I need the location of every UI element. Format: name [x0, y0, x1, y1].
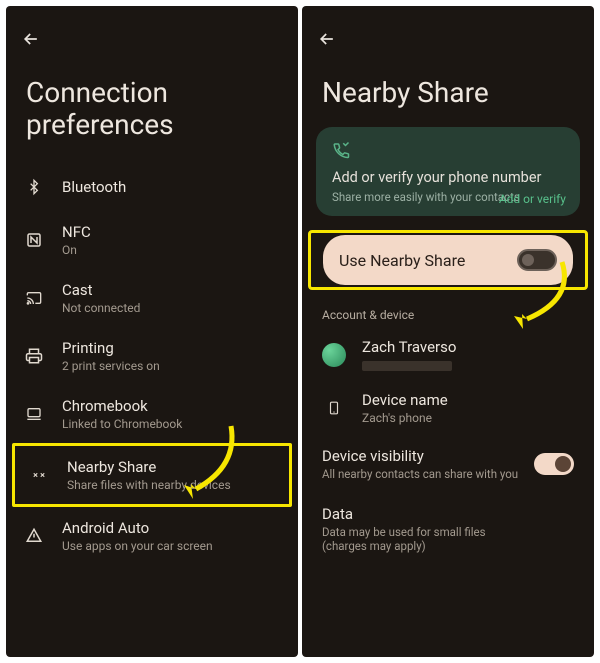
- preferences-list: Bluetooth NFC On Cast Not connected: [6, 163, 298, 565]
- row-nfc[interactable]: NFC On: [6, 211, 298, 269]
- page-title: Connection preferences: [6, 53, 298, 163]
- switch-knob: [522, 254, 534, 266]
- android-auto-icon: [22, 524, 46, 548]
- nearby-share-icon: [27, 463, 51, 487]
- cast-icon: [22, 286, 46, 310]
- visibility-switch[interactable]: [534, 453, 574, 475]
- back-button[interactable]: [20, 28, 42, 50]
- use-nearby-share-switch[interactable]: [517, 249, 557, 271]
- left-screen: Connection preferences Bluetooth NFC On: [6, 6, 298, 657]
- row-chromebook[interactable]: Chromebook Linked to Chromebook: [6, 385, 298, 443]
- switch-knob: [555, 456, 571, 472]
- section-header: Account & device: [302, 290, 594, 328]
- row-nearby-share[interactable]: Nearby Share Share files with nearby dev…: [15, 446, 289, 504]
- right-screen: Nearby Share Add or verify your phone nu…: [302, 6, 594, 657]
- row-label: Device name: [362, 391, 448, 409]
- row-label: Nearby Share: [67, 458, 231, 476]
- phone-verify-icon: [332, 141, 564, 163]
- row-cast[interactable]: Cast Not connected: [6, 269, 298, 327]
- row-sub: On: [62, 243, 91, 257]
- row-label: Cast: [62, 281, 140, 299]
- row-account[interactable]: Zach Traverso: [302, 328, 594, 381]
- arrow-left-icon: [317, 29, 337, 49]
- page-title: Nearby Share: [302, 53, 594, 127]
- account-name: Zach Traverso: [362, 338, 456, 356]
- highlight-nearby-share: Nearby Share Share files with nearby dev…: [12, 443, 292, 507]
- row-visibility[interactable]: Device visibility All nearby contacts ca…: [302, 435, 594, 493]
- row-android-auto[interactable]: Android Auto Use apps on your car screen: [6, 507, 298, 565]
- row-label: Device visibility: [322, 447, 518, 465]
- row-label: Data: [322, 505, 522, 523]
- row-label: NFC: [62, 223, 91, 241]
- promo-card[interactable]: Add or verify your phone number Share mo…: [316, 127, 580, 216]
- back-button[interactable]: [316, 28, 338, 50]
- row-sub: Linked to Chromebook: [62, 417, 182, 431]
- bluetooth-icon: [22, 175, 46, 199]
- print-icon: [22, 344, 46, 368]
- row-label: Chromebook: [62, 397, 182, 415]
- row-label: Printing: [62, 339, 160, 357]
- row-bluetooth[interactable]: Bluetooth: [6, 163, 298, 211]
- row-sub: Zach's phone: [362, 411, 448, 425]
- laptop-icon: [22, 402, 46, 426]
- nfc-icon: [22, 228, 46, 252]
- row-printing[interactable]: Printing 2 print services on: [6, 327, 298, 385]
- row-sub: Data may be used for small files (charge…: [322, 525, 522, 553]
- row-sub: All nearby contacts can share with you: [322, 467, 518, 481]
- toggle-label: Use Nearby Share: [339, 251, 465, 270]
- row-device-name[interactable]: Device name Zach's phone: [302, 381, 594, 435]
- row-sub: 2 print services on: [62, 359, 160, 373]
- highlight-toggle: Use Nearby Share: [308, 230, 588, 290]
- row-label: Bluetooth: [62, 178, 126, 196]
- row-sub: Use apps on your car screen: [62, 539, 213, 553]
- row-data[interactable]: Data Data may be used for small files (c…: [302, 493, 594, 557]
- promo-link[interactable]: Add or verify: [499, 192, 566, 206]
- phone-icon: [322, 398, 346, 418]
- promo-title: Add or verify your phone number: [332, 169, 564, 186]
- account-email-redacted: [362, 361, 452, 371]
- arrow-left-icon: [21, 29, 41, 49]
- row-sub: Share files with nearby devices: [67, 478, 231, 492]
- avatar: [322, 343, 346, 367]
- use-nearby-share-row[interactable]: Use Nearby Share: [323, 235, 573, 285]
- row-sub: Not connected: [62, 301, 140, 315]
- row-label: Android Auto: [62, 519, 213, 537]
